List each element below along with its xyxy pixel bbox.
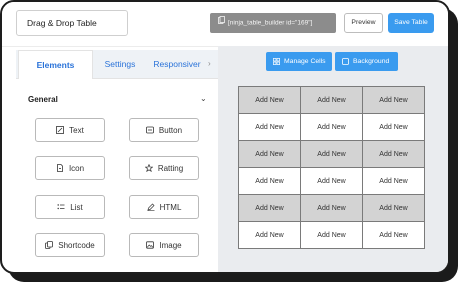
element-button[interactable]: Button bbox=[129, 118, 199, 142]
table-row: Add New Add New Add New bbox=[238, 167, 425, 195]
table-builder-grid: Add New Add New Add New Add New Add New … bbox=[238, 86, 425, 249]
table-cell[interactable]: Add New bbox=[238, 113, 301, 141]
element-ratting[interactable]: Ratting bbox=[129, 156, 199, 180]
element-label: Image bbox=[159, 240, 182, 250]
table-cell[interactable]: Add New bbox=[362, 86, 425, 114]
tab-settings[interactable]: Settings bbox=[96, 50, 144, 78]
pen-icon bbox=[147, 203, 155, 211]
element-shortcode[interactable]: Shortcode bbox=[35, 233, 105, 257]
manage-cells-label: Manage Cells bbox=[284, 58, 326, 65]
table-row: Add New Add New Add New bbox=[238, 140, 425, 168]
star-icon bbox=[144, 164, 153, 172]
table-cell[interactable]: Add New bbox=[238, 221, 301, 249]
element-html[interactable]: HTML bbox=[129, 195, 199, 219]
square-icon bbox=[342, 58, 349, 65]
text-icon bbox=[56, 126, 65, 134]
table-cell[interactable]: Add New bbox=[362, 221, 425, 249]
top-bar: Drag & Drop Table [ninja_table_builder i… bbox=[2, 2, 448, 47]
table-cell[interactable]: Add New bbox=[238, 194, 301, 222]
section-title: General bbox=[28, 95, 58, 104]
table-title-input[interactable]: Drag & Drop Table bbox=[16, 10, 128, 36]
copy-icon bbox=[45, 241, 54, 249]
element-text[interactable]: Text bbox=[35, 118, 105, 142]
table-row: Add New Add New Add New bbox=[238, 194, 425, 222]
table-cell[interactable]: Add New bbox=[362, 140, 425, 168]
table-cell[interactable]: Add New bbox=[238, 167, 301, 195]
table-cell[interactable]: Add New bbox=[300, 140, 363, 168]
list-icon bbox=[57, 204, 65, 210]
save-table-button[interactable]: Save Table bbox=[388, 13, 434, 33]
tab-bar: ‹ Elements Settings Responsiver › bbox=[16, 50, 218, 79]
background-label: Background bbox=[353, 58, 390, 65]
element-label: Ratting bbox=[157, 163, 184, 173]
shortcode-copy[interactable]: [ninja_table_builder id="169"] bbox=[210, 13, 336, 33]
table-cell[interactable]: Add New bbox=[300, 167, 363, 195]
copy-icon bbox=[218, 13, 225, 33]
app-window: Drag & Drop Table [ninja_table_builder i… bbox=[0, 0, 450, 274]
table-cell[interactable]: Add New bbox=[238, 140, 301, 168]
element-image[interactable]: Image bbox=[129, 233, 199, 257]
table-row: Add New Add New Add New bbox=[238, 221, 425, 249]
element-label: List bbox=[70, 202, 83, 212]
element-label: Text bbox=[69, 125, 84, 135]
image-icon bbox=[146, 241, 155, 249]
background-button[interactable]: Background bbox=[335, 52, 398, 71]
table-cell[interactable]: Add New bbox=[300, 86, 363, 114]
file-icon bbox=[57, 164, 63, 172]
button-icon bbox=[146, 126, 154, 134]
table-cell[interactable]: Add New bbox=[300, 221, 363, 249]
tab-elements[interactable]: Elements bbox=[18, 50, 93, 79]
table-row: Add New Add New Add New bbox=[238, 86, 425, 114]
table-cell[interactable]: Add New bbox=[362, 167, 425, 195]
chevron-down-icon[interactable]: ⌄ bbox=[200, 94, 207, 103]
element-label: Icon bbox=[68, 163, 85, 173]
element-list[interactable]: List bbox=[35, 195, 105, 219]
element-label: Shortcode bbox=[58, 240, 95, 250]
element-icon[interactable]: Icon bbox=[35, 156, 105, 180]
element-label: HTML bbox=[159, 202, 182, 212]
table-cell[interactable]: Add New bbox=[300, 194, 363, 222]
table-row: Add New Add New Add New bbox=[238, 113, 425, 141]
preview-button[interactable]: Preview bbox=[344, 13, 383, 33]
grid-icon bbox=[273, 58, 280, 65]
elements-panel: ‹ Elements Settings Responsiver › Genera… bbox=[16, 50, 218, 272]
element-label: Button bbox=[158, 125, 183, 135]
table-cell[interactable]: Add New bbox=[238, 86, 301, 114]
manage-cells-button[interactable]: Manage Cells bbox=[266, 52, 332, 71]
table-cell[interactable]: Add New bbox=[362, 194, 425, 222]
chevron-right-icon[interactable]: › bbox=[208, 59, 211, 68]
tab-responsiver[interactable]: Responsiver bbox=[148, 50, 206, 78]
table-cell[interactable]: Add New bbox=[362, 113, 425, 141]
table-cell[interactable]: Add New bbox=[300, 113, 363, 141]
shortcode-text: [ninja_table_builder id="169"] bbox=[228, 19, 313, 27]
